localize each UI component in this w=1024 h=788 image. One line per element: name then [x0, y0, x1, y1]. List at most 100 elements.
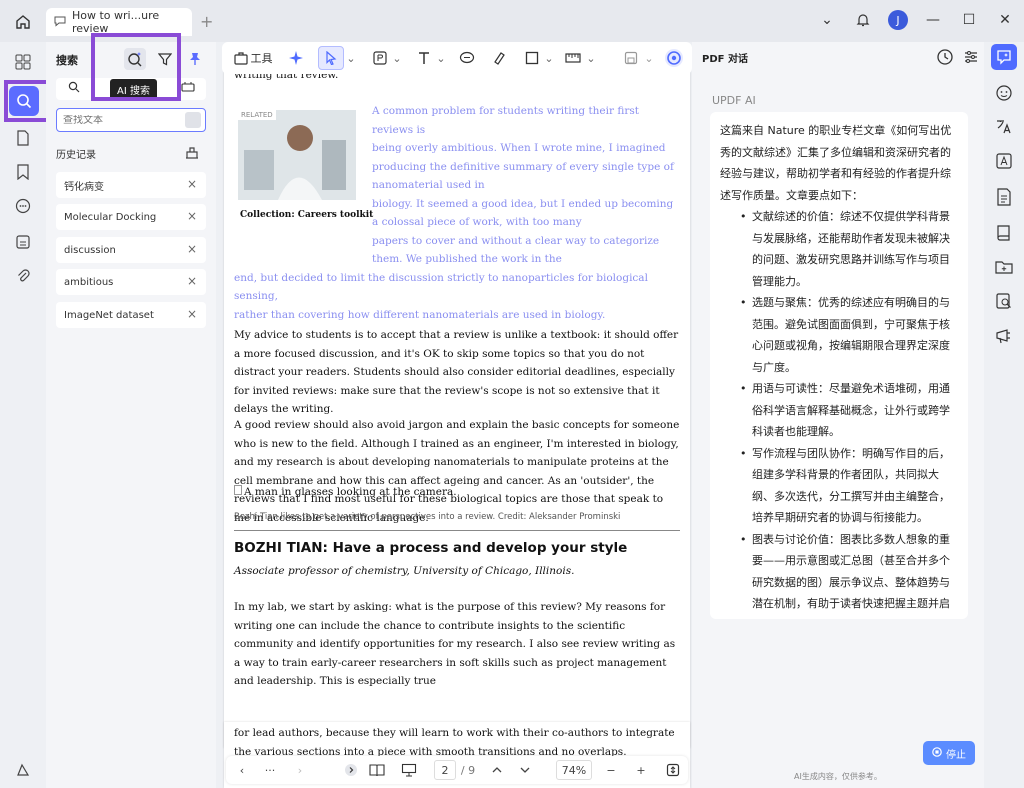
- edit-toolbar: 工具 ⌄ ⌄ ⌄ ⌄ ⌄ ⌄: [222, 42, 692, 74]
- ai-assistant-icon[interactable]: [662, 46, 686, 70]
- chevron-down-icon[interactable]: ⌄: [346, 46, 356, 70]
- summarize-icon[interactable]: [991, 184, 1017, 210]
- chevron-down-icon[interactable]: ⌄: [544, 46, 554, 70]
- pdf-page: writing that review. A common problem fo…: [224, 72, 690, 748]
- avatar[interactable]: J: [888, 10, 908, 30]
- presenter-icon[interactable]: [991, 324, 1017, 350]
- pin-icon[interactable]: [184, 48, 206, 70]
- prev-icon[interactable]: ‹: [232, 760, 252, 780]
- remove-history-icon[interactable]: ×: [187, 209, 197, 223]
- history-item[interactable]: ImageNet dataset ×: [56, 302, 206, 328]
- close-icon[interactable]: ✕: [994, 9, 1016, 31]
- message-point: 选题与聚焦：优秀的综述应有明确目的与范围。避免试图面面俱到，宁可聚焦于核心问题或…: [740, 292, 958, 378]
- measure-icon[interactable]: [562, 46, 584, 70]
- history-item-label: ambitious: [64, 276, 114, 288]
- zoom-level[interactable]: 74%: [556, 760, 592, 780]
- stop-icon: [932, 746, 942, 760]
- history-item[interactable]: Molecular Docking ×: [56, 204, 206, 230]
- history-icon[interactable]: [936, 48, 954, 66]
- related-image[interactable]: [238, 110, 356, 200]
- related-tag: RELATED: [238, 110, 276, 120]
- thumbnails-icon[interactable]: [11, 50, 35, 74]
- maximize-icon[interactable]: ☐: [958, 9, 980, 31]
- page-number-input[interactable]: 2: [434, 760, 456, 780]
- section-subheading: Associate professor of chemistry, Univer…: [234, 565, 575, 577]
- home-icon[interactable]: [12, 11, 34, 33]
- select-cursor-icon[interactable]: [318, 46, 344, 70]
- ai-sparkle-icon[interactable]: [284, 46, 308, 70]
- chevron-down-icon[interactable]: ⌄: [816, 9, 838, 31]
- collection-label: Collection: Careers toolkit: [240, 210, 374, 220]
- paragraph: My advice to students is to accept that …: [234, 329, 679, 415]
- history-item[interactable]: ambitious ×: [56, 269, 206, 295]
- message-intro: 这篇来自 Nature 的职业专栏文章《如何写出优秀的文献综述》汇集了多位编辑和…: [720, 124, 952, 202]
- attachment-icon[interactable]: [11, 264, 35, 288]
- settings-icon[interactable]: [962, 48, 980, 66]
- document-area: writing that review. A common problem fo…: [222, 42, 692, 788]
- add-tab-icon[interactable]: +: [200, 12, 213, 31]
- zoom-in-icon[interactable]: +: [632, 760, 650, 780]
- minimize-icon[interactable]: —: [922, 9, 944, 31]
- chevron-down-icon[interactable]: ⌄: [644, 46, 654, 70]
- tools-label: 工具: [250, 52, 273, 65]
- chat-bubble-icon: [54, 15, 66, 30]
- chevron-down-icon[interactable]: ⌄: [436, 46, 446, 70]
- replace-mode-icon[interactable]: [181, 81, 195, 96]
- history-item[interactable]: 钙化病变 ×: [56, 172, 206, 198]
- bookmark-icon[interactable]: [11, 160, 35, 184]
- stamp-icon[interactable]: [11, 230, 35, 254]
- ai-face-icon[interactable]: [991, 80, 1017, 106]
- pdf-chat-icon[interactable]: [991, 44, 1017, 70]
- highlighter-icon[interactable]: [488, 46, 510, 70]
- zoom-out-icon[interactable]: −: [602, 760, 620, 780]
- page-up-icon[interactable]: [488, 760, 506, 780]
- search-panel: 搜索 AI 搜索 历史记录 钙化病变 × Molecular Docking ×…: [46, 42, 216, 788]
- search-doc-icon[interactable]: [991, 288, 1017, 314]
- layers-icon[interactable]: [11, 758, 35, 782]
- page-navigation: ‹ ··· › 2 / 9 74% − +: [226, 756, 688, 784]
- expand-icon[interactable]: [342, 760, 360, 780]
- clear-history-icon[interactable]: [182, 142, 202, 162]
- page-icon[interactable]: [11, 126, 35, 150]
- search-mode-icon[interactable]: [68, 81, 80, 96]
- fit-page-icon[interactable]: [664, 760, 682, 780]
- folder-add-icon[interactable]: [991, 254, 1017, 280]
- highlight-box-search: [4, 80, 50, 122]
- shape-icon[interactable]: [522, 46, 542, 70]
- more-button[interactable]: ···: [260, 760, 280, 780]
- remove-history-icon[interactable]: ×: [187, 274, 197, 288]
- presentation-icon[interactable]: [398, 760, 420, 780]
- comment-tool-icon[interactable]: [456, 46, 478, 70]
- next-icon[interactable]: ›: [290, 760, 310, 780]
- bell-icon[interactable]: [852, 9, 874, 31]
- message-points: 文献综述的价值：综述不仅提供学科背景与发展脉络，还能帮助作者发现未被解决的问题、…: [740, 206, 958, 619]
- search-input[interactable]: [63, 114, 175, 126]
- book-icon[interactable]: [991, 220, 1017, 246]
- chevron-down-icon[interactable]: ⌄: [392, 46, 402, 70]
- comment-icon[interactable]: [11, 194, 35, 218]
- history-item-label: discussion: [64, 244, 116, 256]
- remove-history-icon[interactable]: ×: [187, 307, 197, 321]
- save-icon[interactable]: [620, 46, 642, 70]
- text-box-icon[interactable]: [370, 46, 390, 70]
- chevron-down-icon[interactable]: ⌄: [586, 46, 596, 70]
- text-tool-icon[interactable]: [414, 46, 434, 70]
- read-mode-icon[interactable]: [366, 760, 388, 780]
- tools-button[interactable]: 工具: [230, 46, 276, 70]
- stop-button[interactable]: 停止: [923, 741, 975, 765]
- page-down-icon[interactable]: [516, 760, 534, 780]
- search-go-button[interactable]: [185, 112, 201, 128]
- broken-image-icon: [234, 485, 242, 498]
- image-caption: Bozhi Tian likes to get a variety of per…: [234, 512, 621, 522]
- left-rail: [0, 42, 46, 788]
- right-rail: [984, 42, 1024, 788]
- remove-history-icon[interactable]: ×: [187, 177, 197, 191]
- related-line: papers to cover and without a clear way …: [372, 234, 660, 266]
- ocr-text-icon[interactable]: [991, 148, 1017, 174]
- remove-history-icon[interactable]: ×: [187, 242, 197, 256]
- history-item[interactable]: discussion ×: [56, 237, 206, 263]
- translate-icon[interactable]: [991, 114, 1017, 140]
- document-tab[interactable]: How to wri...ure review: [46, 8, 192, 36]
- message-point: 写作流程与团队协作：明确写作目的后，组建多学科背景的作者团队，共同拟大纲、多次迭…: [740, 443, 958, 529]
- message-point: 文献综述的价值：综述不仅提供学科背景与发展脉络，还能帮助作者发现未被解决的问题、…: [740, 206, 958, 292]
